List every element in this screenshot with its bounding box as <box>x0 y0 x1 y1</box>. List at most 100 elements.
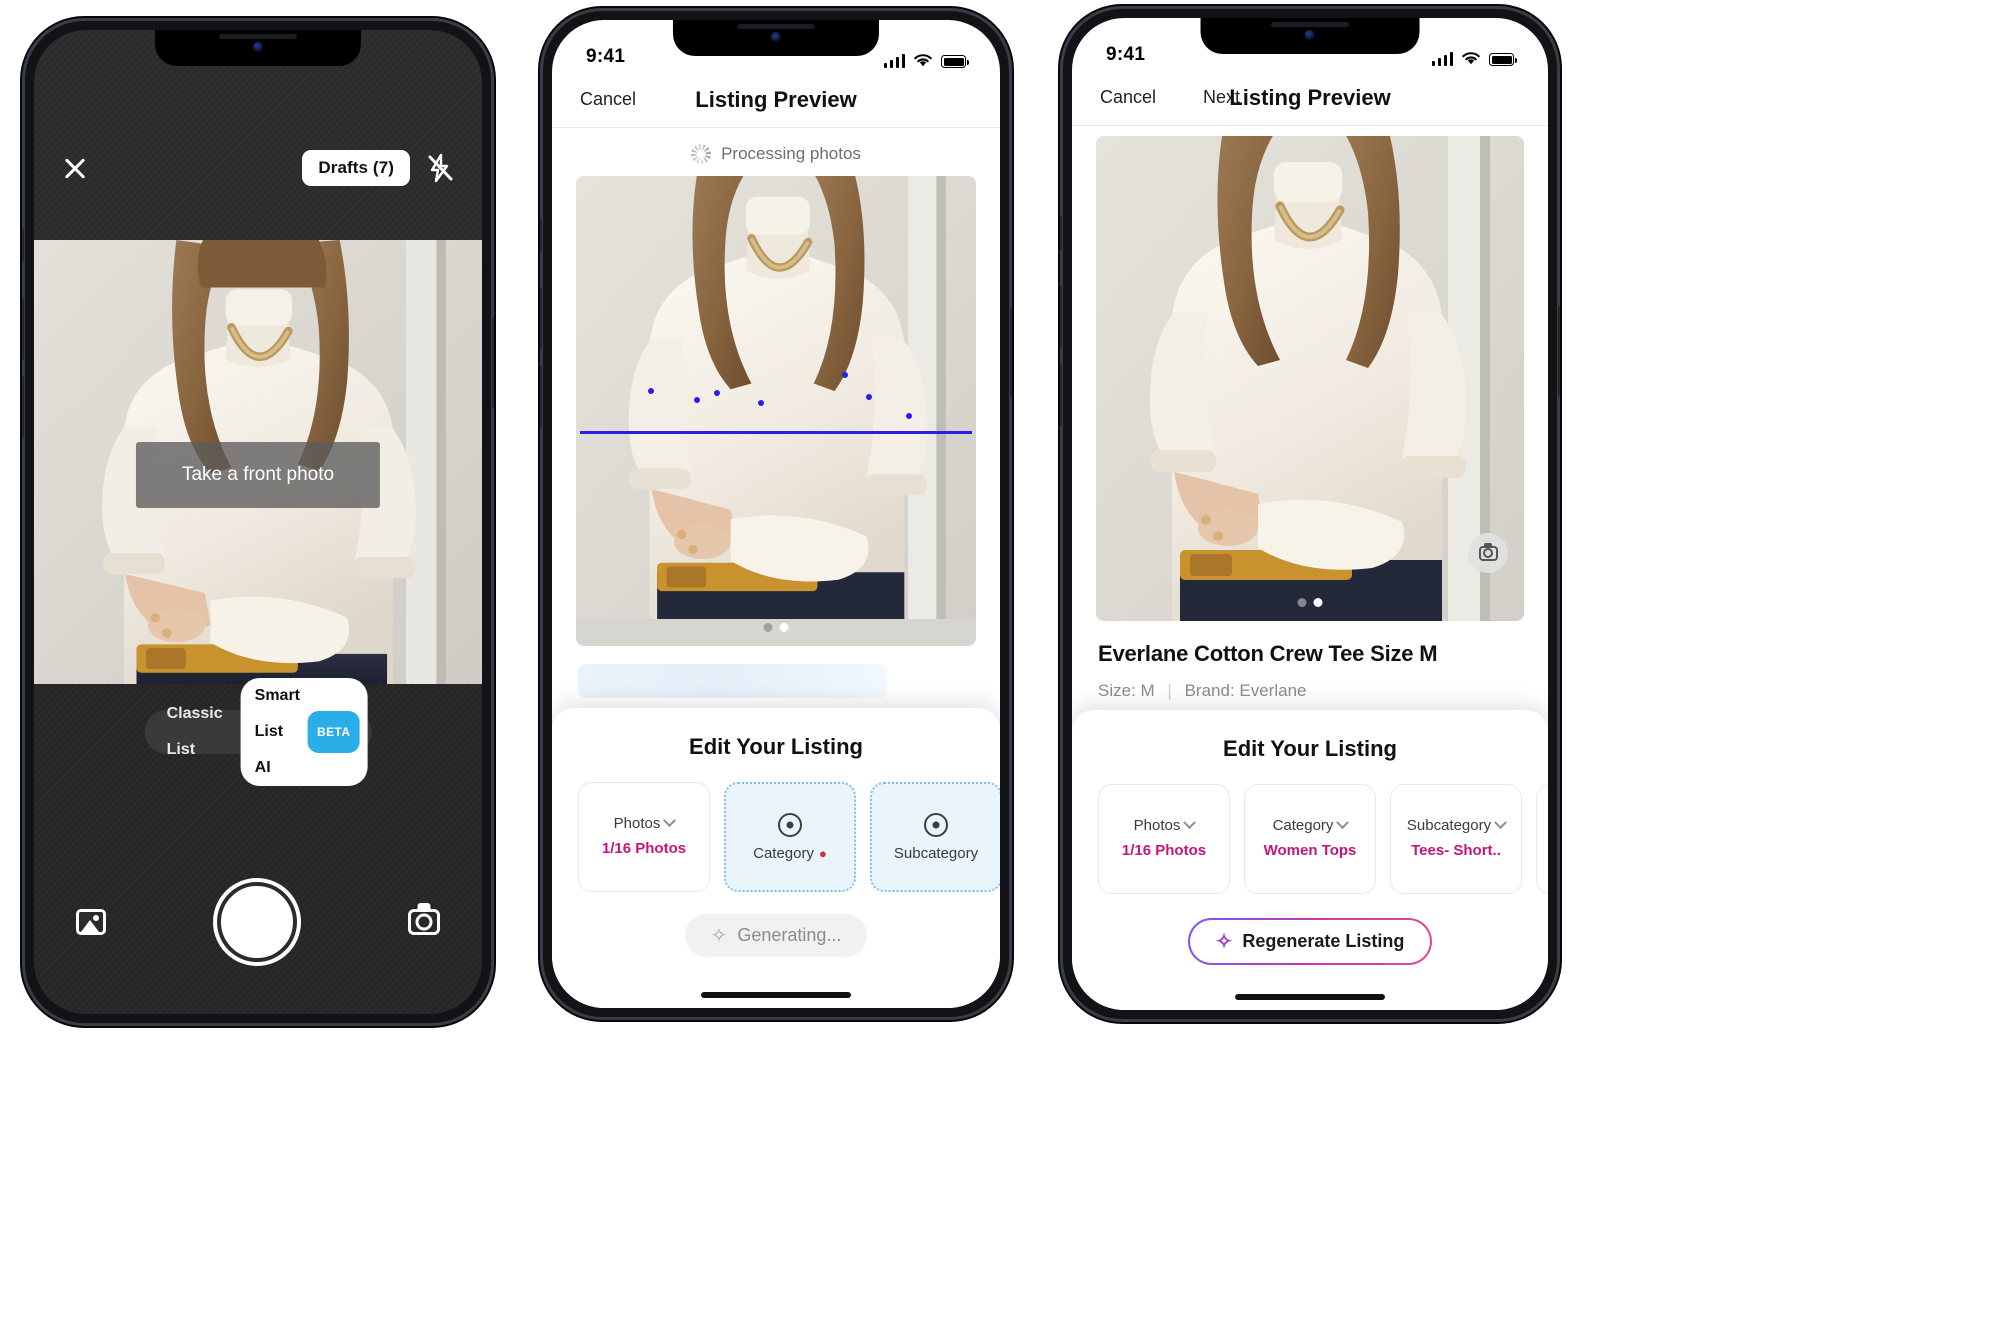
carousel-dots[interactable] <box>763 623 789 632</box>
status-bar: 9:41 <box>552 20 1000 72</box>
panel-processing-screen: 9:41 Cancel Listing Preview Processing p… <box>526 0 1046 1344</box>
loading-ring-icon <box>924 812 948 837</box>
chevron-down-icon <box>1494 816 1507 830</box>
volume-up-button[interactable] <box>1060 286 1062 348</box>
chip-subcategory[interactable]: Subcategory <box>870 782 1000 892</box>
gallery-icon[interactable] <box>76 909 106 935</box>
carousel-dot[interactable] <box>763 623 773 632</box>
meta-separator: | <box>1167 681 1172 700</box>
chip-category[interactable]: Category Women Tops <box>1244 784 1376 894</box>
power-button[interactable] <box>1558 306 1560 396</box>
power-button[interactable] <box>492 318 494 408</box>
power-button[interactable] <box>1010 308 1012 398</box>
cancel-button[interactable]: Cancel <box>580 89 650 110</box>
model-photo <box>576 176 976 620</box>
chip-brand[interactable]: Bra Eve <box>1536 784 1548 894</box>
status-clock: 9:41 <box>586 46 626 67</box>
camera-capture-screen: Drafts (7) Take a front photo Classic Li… <box>34 30 482 1014</box>
mode-classic-list[interactable]: Classic List <box>149 696 241 768</box>
chevron-down-icon <box>1183 816 1197 830</box>
attribute-chip-row[interactable]: Photos 1/16 Photos Category ● Subcategor… <box>552 760 1000 892</box>
edit-listing-sheet: Edit Your Listing Photos 1/16 Photos Cat… <box>1072 710 1548 1010</box>
flash-off-icon[interactable] <box>424 152 456 184</box>
wifi-icon <box>1462 52 1480 65</box>
cancel-button[interactable]: Cancel <box>1100 87 1170 108</box>
battery-icon <box>941 55 969 68</box>
sheet-title: Edit Your Listing <box>1223 736 1397 761</box>
phone-frame-2: 9:41 Cancel Listing Preview Processing p… <box>540 8 1012 1020</box>
beta-badge: BETA <box>308 711 360 753</box>
drafts-button[interactable]: Drafts (7) <box>302 150 410 186</box>
chevron-down-icon <box>1336 816 1350 830</box>
carousel-dot-active[interactable] <box>1313 598 1323 607</box>
close-icon[interactable] <box>60 153 90 183</box>
processing-status: Processing photos <box>552 128 1000 176</box>
spinner-icon <box>691 144 712 164</box>
camera-bottom-bar: Classic List Smart List AI BETA <box>34 678 482 1014</box>
listing-brand: Brand: Everlane <box>1184 681 1307 700</box>
processing-label: Processing photos <box>721 144 861 163</box>
chip-photos-label-row: Photos <box>1134 816 1197 834</box>
photo-carousel[interactable] <box>1096 136 1524 621</box>
camera-viewfinder[interactable]: Take a front photo <box>34 240 482 684</box>
flip-camera-icon[interactable] <box>408 909 440 935</box>
list-mode-switch[interactable]: Classic List Smart List AI BETA <box>144 678 372 786</box>
front-camera-icon <box>252 42 263 52</box>
chip-subcategory-value: Tees- Short.. <box>1411 842 1501 860</box>
model-photo <box>1096 136 1524 621</box>
volume-down-button[interactable] <box>22 376 24 438</box>
mute-switch[interactable] <box>1060 216 1062 250</box>
attribute-chip-row[interactable]: Photos 1/16 Photos Category Women Tops S… <box>1072 762 1548 894</box>
home-indicator <box>1235 994 1385 1000</box>
chip-photos[interactable]: Photos 1/16 Photos <box>578 782 710 892</box>
panel-camera-screen: Drafts (7) Take a front photo Classic Li… <box>0 0 520 1344</box>
carousel-dots[interactable] <box>1297 598 1323 607</box>
chip-subcategory[interactable]: Subcategory Tees- Short.. <box>1390 784 1522 894</box>
viewfinder-hint: Take a front photo <box>135 442 381 509</box>
generating-label: Generating... <box>737 925 842 945</box>
sparkle-icon: ✧ <box>710 924 728 947</box>
skeleton-line <box>578 664 887 698</box>
mute-switch[interactable] <box>540 218 542 252</box>
chip-category[interactable]: Category ● <box>724 782 856 892</box>
home-indicator <box>701 992 851 998</box>
volume-up-button[interactable] <box>22 298 24 360</box>
mode-smart-list-ai-label: Smart List AI <box>254 687 301 776</box>
chip-photos-value: 1/16 Photos <box>601 840 687 858</box>
mode-smart-list-ai[interactable]: Smart List AI BETA <box>240 678 368 786</box>
chip-photos-label: Photos <box>613 815 661 833</box>
edit-listing-sheet: Edit Your Listing Photos 1/16 Photos Cat… <box>552 708 1000 1008</box>
three-phone-showcase: Drafts (7) Take a front photo Classic Li… <box>0 0 2000 1344</box>
shutter-button[interactable] <box>217 882 297 962</box>
chip-category-label-row: Category <box>1273 816 1350 834</box>
loading-ring-icon <box>778 812 802 837</box>
camera-icon[interactable] <box>1468 533 1508 573</box>
next-button[interactable]: Next <box>1170 87 1240 108</box>
carousel-dot-active[interactable] <box>779 623 789 632</box>
chip-subcategory-label-row: Subcategory <box>894 845 978 862</box>
phone-screen-3: 9:41 Cancel Listing Preview Next Everlan… <box>1072 18 1548 1010</box>
earpiece-speaker <box>219 34 297 39</box>
status-indicators <box>1431 51 1517 66</box>
signal-icon <box>883 54 905 68</box>
volume-down-button[interactable] <box>540 366 542 428</box>
sparkle-icon: ✧ <box>1215 930 1233 953</box>
generating-button: ✧ Generating... <box>684 914 868 957</box>
panel-result-screen: 9:41 Cancel Listing Preview Next Everlan… <box>1052 0 1572 1344</box>
nav-bar: Cancel Listing Preview <box>552 72 1000 128</box>
photo-carousel[interactable] <box>576 176 976 646</box>
carousel-dot[interactable] <box>1297 598 1307 607</box>
chip-subcategory-label: Subcategory <box>893 844 979 862</box>
chip-photos[interactable]: Photos 1/16 Photos <box>1098 784 1230 894</box>
listing-preview-result: 9:41 Cancel Listing Preview Next Everlan… <box>1072 18 1548 1010</box>
status-bar: 9:41 <box>1072 18 1548 70</box>
battery-icon <box>1489 53 1517 66</box>
regenerate-listing-label: Regenerate Listing <box>1242 931 1405 951</box>
chevron-down-icon <box>663 814 677 828</box>
volume-up-button[interactable] <box>540 288 542 350</box>
volume-down-button[interactable] <box>1060 364 1062 426</box>
regenerate-listing-button[interactable]: ✧ Regenerate Listing <box>1188 918 1433 965</box>
listing-title: Everlane Cotton Crew Tee Size M <box>1098 641 1438 666</box>
mute-switch[interactable] <box>22 228 24 262</box>
chip-category-label-row: Category ● <box>753 845 827 862</box>
